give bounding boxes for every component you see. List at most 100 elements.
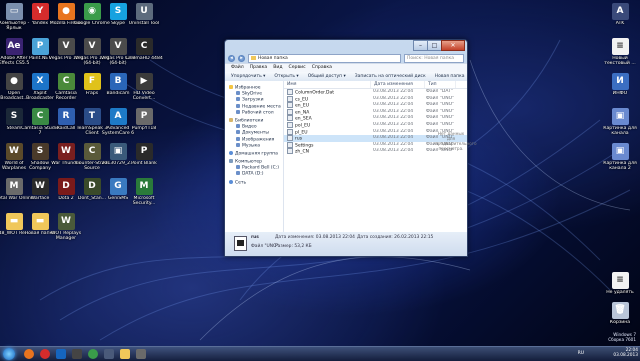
app-icon: W	[57, 213, 75, 230]
nav-homegroup[interactable]: Домашняя группа	[225, 150, 283, 157]
desktop-icon[interactable]: ▣ Картинка для канала 2	[600, 143, 640, 172]
minimize-button[interactable]: –	[413, 40, 428, 51]
address-bar[interactable]: Новая папка	[248, 53, 401, 63]
desktop-icon[interactable]: ▶ HD Video Convert...	[124, 73, 164, 102]
file-icon	[287, 89, 293, 95]
explorer-taskbar-icon[interactable]	[120, 349, 130, 359]
menu-item[interactable]: Сервис	[289, 64, 306, 72]
desktop-icon[interactable]: P Point Blank	[124, 143, 164, 166]
file-icon	[287, 141, 293, 148]
nav-network[interactable]: Сеть	[225, 179, 283, 186]
app-icon: ≡	[611, 38, 629, 55]
folder-icon	[236, 136, 240, 141]
app-icon: ▣	[611, 108, 629, 125]
nav-favorite-item[interactable]: Рабочий стол	[225, 109, 283, 116]
maximize-button[interactable]: □	[427, 40, 442, 51]
file-icon	[287, 121, 293, 128]
app-icon: ▶	[135, 73, 153, 90]
file-row[interactable]: en_SEA 03.08.2013 22:04 Файл "UNO"	[284, 115, 467, 122]
nav-library-item[interactable]: Музыка	[225, 142, 283, 149]
folder-icon	[236, 109, 240, 114]
column-date[interactable]: Дата изменения	[371, 81, 425, 88]
media-taskbar-icon[interactable]	[104, 349, 114, 359]
start-button[interactable]	[3, 348, 15, 360]
folder-icon	[236, 142, 240, 147]
app-icon: 🗑	[611, 302, 629, 319]
file-row[interactable]: cs_EU 03.08.2013 22:04 Файл "UNO"	[284, 95, 467, 103]
toolbar-button[interactable]: Общий доступ ▾	[308, 74, 346, 79]
ie-taskbar-icon[interactable]	[56, 349, 66, 359]
menu-item[interactable]: Вид	[273, 64, 282, 72]
language-indicator[interactable]: RU	[578, 351, 584, 356]
desktop-icon[interactable]: M Microsoft Security...	[124, 178, 164, 207]
details-created: Дата создания: 26.02.2013 22:15	[357, 235, 434, 240]
toolbar-button[interactable]: Открыть ▾	[274, 74, 298, 79]
file-list: Имя Дата изменения Тип ColumnOrder.Dat 03…	[284, 81, 477, 232]
desktop-icon[interactable]: P PumpYT18	[124, 108, 164, 131]
firefox-taskbar-icon[interactable]	[24, 349, 34, 359]
taskbar: RU 22:04 03.08.2013	[0, 346, 640, 361]
menu-item[interactable]: Правка	[250, 64, 267, 72]
file-row[interactable]: pol_EU 03.08.2013 22:04 Файл "UNO"	[284, 121, 467, 129]
desktop-icon[interactable]: A ATK	[600, 3, 640, 26]
details-name: rus	[251, 235, 259, 240]
chrome-taskbar-icon[interactable]	[88, 349, 98, 359]
app-icon: U	[135, 3, 153, 20]
homegroup-icon	[229, 150, 233, 155]
preview-pane-text: Нет данных для предварительного просмотр…	[435, 131, 477, 151]
nav-drive-item[interactable]: DATA (D:)	[225, 171, 283, 177]
toolbar-button[interactable]: Новая папка	[435, 74, 465, 79]
file-icon	[234, 236, 247, 251]
desktop-icon[interactable]: И ИНФО	[600, 73, 640, 96]
desktop-icon[interactable]: ≡ Новый текстовый ...	[600, 38, 640, 67]
watermark-line-2: Сборка 7601	[608, 337, 636, 342]
desktop-icon[interactable]: ▣ Картинка для канала	[600, 108, 640, 137]
desktop-icon[interactable]: ≡ Не удалять	[600, 272, 640, 295]
app-icon: P	[135, 108, 153, 125]
navigation-pane: Избранное SkyDrive Загрузки Недавние места…	[225, 81, 284, 232]
folder-icon	[236, 171, 240, 176]
desktop-icon[interactable]: W WOT Replays Manager	[46, 213, 86, 242]
folder-icon	[236, 103, 240, 108]
forward-arrow-icon[interactable]: ▸	[238, 54, 245, 62]
folder-icon	[236, 165, 240, 170]
address-text: Новая папка	[258, 55, 288, 61]
menu-item[interactable]: Файл	[231, 64, 244, 72]
close-button[interactable]: ✕	[441, 40, 465, 51]
details-modified: Дата изменения: 03.08.2013 22:04	[275, 235, 355, 240]
toolbar-button[interactable]: Записать на оптический диск	[355, 74, 426, 79]
library-icon	[229, 117, 233, 122]
file-row[interactable]: en_NA 03.08.2013 22:04 Файл "UNO"	[284, 108, 467, 116]
app-icon: M	[135, 178, 153, 195]
menu-item[interactable]: Справка	[312, 64, 332, 72]
details-pane: rus Файл "UNO" Дата изменения: 03.08.201…	[225, 232, 467, 256]
file-row[interactable]: ColumnOrder.Dat 03.08.2013 22:04 Файл "DAT…	[284, 89, 467, 96]
explorer-window: – □ ✕ ◂ ▸ Новая папка Поиск: Новая папка…	[224, 39, 477, 257]
desktop-icon[interactable]: C CinemaHD 4484	[124, 38, 164, 61]
opera-taskbar-icon[interactable]	[40, 349, 50, 359]
folder-icon	[236, 97, 240, 102]
folder-icon	[251, 55, 256, 60]
app-taskbar-icon[interactable]	[136, 349, 146, 359]
windows-watermark: Windows 7 Сборка 7601	[608, 332, 636, 342]
search-input[interactable]: Поиск: Новая папка	[404, 53, 464, 63]
window-content: Избранное SkyDrive Загрузки Недавние места…	[225, 81, 477, 232]
window-titlebar[interactable]: – □ ✕	[225, 40, 467, 53]
column-name[interactable]: Имя	[284, 81, 371, 88]
folder-icon	[236, 130, 240, 135]
back-arrow-icon[interactable]: ◂	[228, 54, 235, 62]
address-row: ◂ ▸ Новая папка Поиск: Новая папка	[225, 53, 467, 63]
details-size: Размер: 53,2 КБ	[275, 244, 312, 249]
desktop-icon[interactable]: U Uninstall Tool	[124, 3, 164, 26]
system-clock[interactable]: 22:04 03.08.2013	[613, 348, 638, 358]
toolbar-button[interactable]: Упорядочить ▾	[231, 74, 265, 79]
app-icon: P	[135, 143, 153, 160]
file-icon	[287, 115, 293, 122]
file-row[interactable]: en_EU 03.08.2013 22:04 Файл "UNO"	[284, 102, 467, 109]
file-icon	[287, 108, 293, 115]
desktop-icon[interactable]: 🗑 Корзина	[600, 302, 640, 325]
menu-bar: Файл Правка Вид Сервис Справка	[225, 63, 467, 72]
column-headers: Имя Дата изменения Тип	[284, 81, 467, 89]
column-type[interactable]: Тип	[425, 81, 456, 88]
steam-taskbar-icon[interactable]	[72, 349, 82, 359]
